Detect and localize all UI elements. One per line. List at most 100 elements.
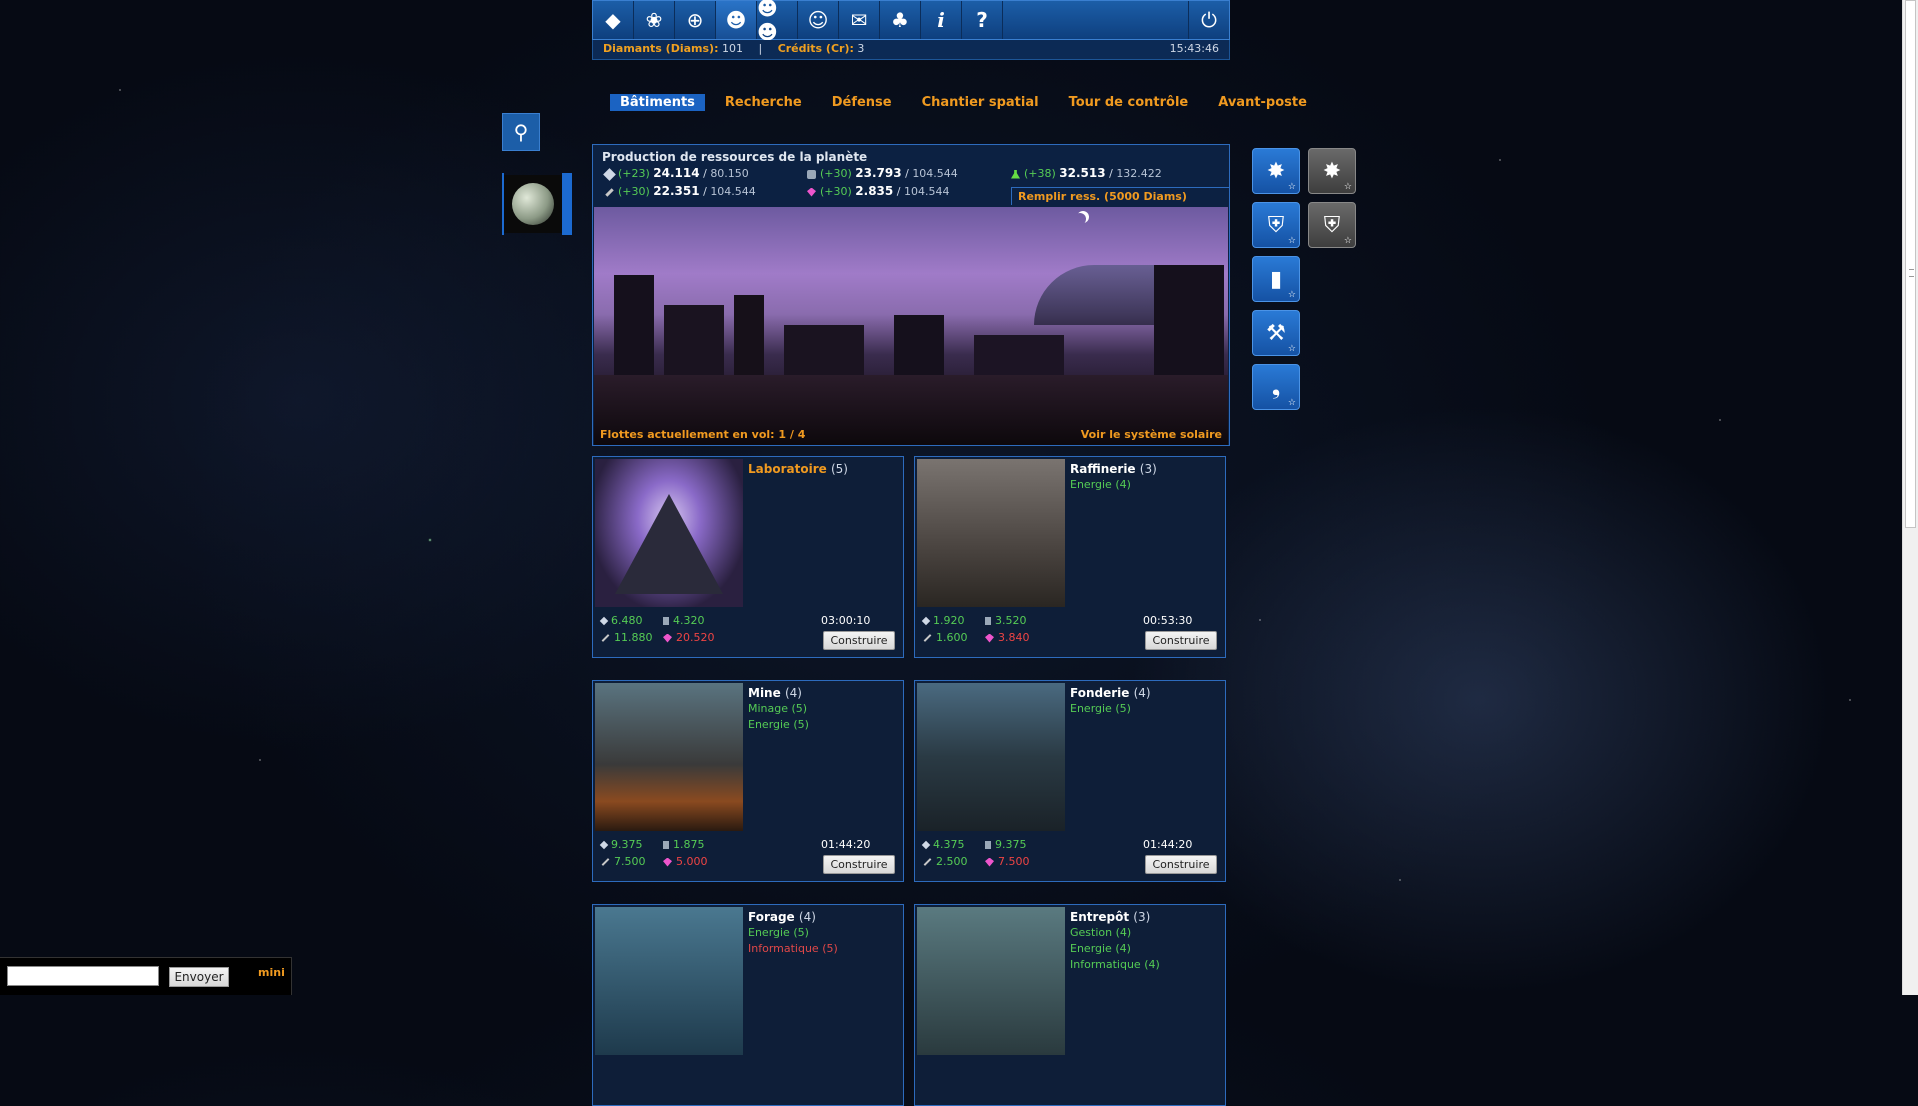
- rod-icon: [923, 634, 932, 642]
- diamonds-label: Diamants (Diams):: [603, 42, 719, 55]
- chat-minimize-link[interactable]: mini: [258, 966, 285, 979]
- burst-icon: ✸: [1322, 158, 1342, 184]
- building-name[interactable]: Forage (4): [748, 910, 816, 924]
- shield-icon: ⛨: [1267, 212, 1285, 238]
- scrollbar-thumb[interactable]: [1905, 0, 1916, 528]
- gem-icon: [985, 857, 994, 867]
- quick-action-burst-disabled[interactable]: ✸ ☆: [1308, 148, 1356, 194]
- building-card-forage: Forage (4) Energie (5) Informatique (5): [592, 904, 904, 1106]
- production-panel: Production de ressources de la planète (…: [592, 144, 1230, 446]
- crystal-icon: [985, 841, 991, 849]
- planet-icon: [512, 183, 554, 225]
- building-card-fonderie: Fonderie (4) Energie (5) 4.375 9.375 2.5…: [914, 680, 1226, 882]
- construire-button[interactable]: Construire: [823, 855, 895, 874]
- building-name[interactable]: Entrepôt (3): [1070, 910, 1150, 924]
- toolbar-spacer: [1003, 1, 1189, 39]
- building-name[interactable]: Laboratoire (5): [748, 462, 848, 476]
- currency-bar: Diamants (Diams): 101 | Crédits (Cr): 3 …: [592, 40, 1230, 60]
- building-name[interactable]: Mine (4): [748, 686, 802, 700]
- quick-action-wrench[interactable]: ⚒ ☆: [1252, 310, 1300, 356]
- ore-icon: [603, 167, 616, 181]
- tab-avant-poste[interactable]: Avant-poste: [1208, 94, 1317, 111]
- ore-icon: [921, 840, 931, 850]
- solar-system-link[interactable]: Voir le système solaire: [1081, 428, 1222, 441]
- construire-button[interactable]: Construire: [823, 631, 895, 650]
- cost-rod: 7.500: [601, 855, 646, 868]
- planet-search-button[interactable]: ⚲: [502, 113, 540, 151]
- cost-rod: 2.500: [923, 855, 968, 868]
- ore-icon: [921, 616, 931, 626]
- help-icon[interactable]: ?: [962, 1, 1003, 39]
- construire-button[interactable]: Construire: [1145, 631, 1217, 650]
- scrollbar-grip-icon: [1909, 269, 1914, 277]
- power-icon[interactable]: ⏻: [1189, 1, 1229, 39]
- ore-icon: [599, 840, 609, 850]
- planet-city-view: Flottes actuellement en vol: 1 / 4 Voir …: [594, 207, 1228, 445]
- tab-batiments[interactable]: Bâtiments: [610, 94, 705, 111]
- cost-ore: 9.375: [599, 838, 643, 851]
- building-image: [917, 683, 1065, 831]
- rod-icon: [605, 187, 614, 197]
- page-scrollbar[interactable]: [1902, 0, 1918, 995]
- alliance-icon[interactable]: ☺: [798, 1, 839, 39]
- building-image: [595, 907, 743, 1055]
- cost-crystal: 9.375: [985, 838, 1027, 851]
- mail-icon[interactable]: ✉: [839, 1, 880, 39]
- resource-crystal: (+30) 23.793 / 104.544: [807, 166, 958, 180]
- building-card-mine: Mine (4) Minage (5) Energie (5) 9.375 1.…: [592, 680, 904, 882]
- quick-action-tower[interactable]: ▮ ☆: [1252, 256, 1300, 302]
- tab-chantier-spatial[interactable]: Chantier spatial: [912, 94, 1049, 111]
- tower-icon: ▮: [1269, 266, 1283, 292]
- tab-tour-de-controle[interactable]: Tour de contrôle: [1059, 94, 1199, 111]
- refill-resources-link[interactable]: Remplir ress. (5000 Diams): [1011, 187, 1229, 205]
- building-card-raffinerie: Raffinerie (3) Energie (4) 1.920 3.520 1…: [914, 456, 1226, 658]
- burst-icon: ✸: [1266, 158, 1286, 184]
- users-icon[interactable]: ☻☻: [757, 0, 798, 44]
- star-icon: ☆: [1287, 344, 1296, 354]
- chat-input[interactable]: [7, 966, 159, 986]
- build-duration: 03:00:10: [821, 614, 871, 627]
- building-image: [595, 459, 743, 607]
- tab-recherche[interactable]: Recherche: [715, 94, 812, 111]
- build-duration: 01:44:20: [821, 838, 871, 851]
- quick-action-satellite[interactable]: ❟ ☆: [1252, 364, 1300, 410]
- construire-button[interactable]: Construire: [1145, 855, 1217, 874]
- resource-rod: (+30) 22.351 / 104.544: [605, 184, 756, 198]
- star-icon: ☆: [1287, 236, 1296, 246]
- search-icon: ⚲: [513, 120, 529, 144]
- quick-action-shield-disabled[interactable]: ⛨ ☆: [1308, 202, 1356, 248]
- credits-label: Crédits (Cr):: [777, 42, 854, 55]
- shield-icon: ⛨: [1323, 212, 1341, 238]
- rod-icon: [601, 858, 610, 866]
- tab-defense[interactable]: Défense: [822, 94, 902, 111]
- building-card-entrepot: Entrepôt (3) Gestion (4) Energie (4) Inf…: [914, 904, 1226, 1106]
- info-icon[interactable]: i: [921, 1, 962, 39]
- build-duration: 01:44:20: [1143, 838, 1193, 851]
- cost-ore: 1.920: [921, 614, 965, 627]
- gem-icon: [663, 857, 672, 867]
- star-icon: ☆: [1287, 290, 1296, 300]
- flask-icon: [1011, 169, 1020, 179]
- moon-icon: [1074, 213, 1086, 225]
- target-icon[interactable]: ⊕: [675, 1, 716, 39]
- building-image: [917, 907, 1065, 1055]
- user-icon[interactable]: ☻: [716, 1, 757, 39]
- quick-action-burst[interactable]: ✸ ☆: [1252, 148, 1300, 194]
- star-icon: ☆: [1343, 182, 1352, 192]
- cards-icon[interactable]: ♣: [880, 1, 921, 39]
- requirement: Energie (5): [1070, 702, 1131, 715]
- fleets-in-flight-link[interactable]: Flottes actuellement en vol: 1 / 4: [600, 428, 805, 441]
- rod-icon: [601, 634, 610, 642]
- building-name[interactable]: Raffinerie (3): [1070, 462, 1157, 476]
- send-button[interactable]: Envoyer: [169, 967, 229, 987]
- credits-value: 3: [857, 42, 865, 55]
- city-skyline: [594, 265, 1228, 385]
- planet-selector[interactable]: [502, 173, 572, 235]
- galaxy-icon[interactable]: ❀: [634, 1, 675, 39]
- quick-action-shield[interactable]: ⛨ ☆: [1252, 202, 1300, 248]
- crystal-icon: [985, 617, 991, 625]
- diamond-icon[interactable]: ◆: [593, 1, 634, 39]
- building-image: [917, 459, 1065, 607]
- building-name[interactable]: Fonderie (4): [1070, 686, 1151, 700]
- resource-gem: (+30) 2.835 / 104.544: [807, 184, 949, 198]
